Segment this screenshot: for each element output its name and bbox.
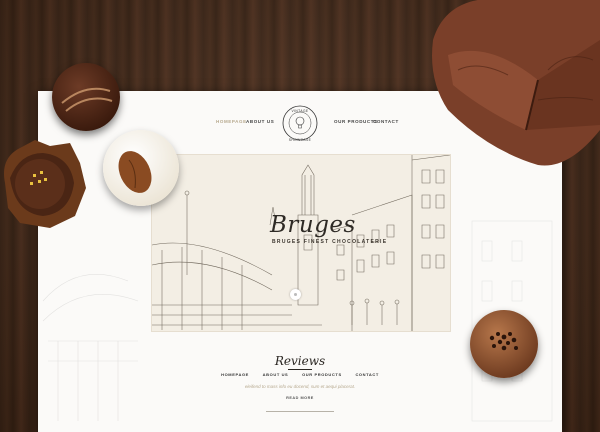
logo-text-top: VINTAGE xyxy=(291,109,309,113)
read-more-link[interactable]: READ MORE xyxy=(38,396,562,400)
reviews-title-underline xyxy=(288,369,312,370)
play-button[interactable] xyxy=(290,289,301,300)
section-divider xyxy=(266,411,334,412)
nav-link-contact[interactable]: CONTACT xyxy=(373,119,399,124)
striped-truffle xyxy=(52,63,120,131)
almond-white-praline xyxy=(103,130,179,206)
hero-illustration: Bruges BRUGES FINEST CHOCOLATERIE xyxy=(151,154,451,332)
hero-subtitle: BRUGES FINEST CHOCOLATERIE xyxy=(272,239,388,245)
reviews-tagline: eleifend to mass info eu docend, sum et … xyxy=(244,384,356,389)
cocoa-nib-truffle xyxy=(470,310,538,378)
chocolate-cake-slices xyxy=(428,0,600,170)
footer-link-homepage[interactable]: HOMEPAGE xyxy=(221,372,249,377)
nav-link-our-products[interactable]: OUR PRODUCTS xyxy=(334,119,378,124)
footer-link-our-products[interactable]: OUR PRODUCTS xyxy=(302,372,342,377)
nav-link-about-us[interactable]: ABOUT US xyxy=(246,119,274,124)
nav-link-homepage[interactable]: HOMEPAGE xyxy=(216,119,247,124)
logo-text-bottom: SHOWCASE xyxy=(288,138,312,142)
cupcake-praline xyxy=(0,138,86,230)
faded-sketch-decoration xyxy=(42,274,139,421)
footer-link-about-us[interactable]: ABOUT US xyxy=(263,372,289,377)
hero-title: Bruges xyxy=(270,212,356,238)
footer-link-contact[interactable]: CONTACT xyxy=(355,372,378,377)
